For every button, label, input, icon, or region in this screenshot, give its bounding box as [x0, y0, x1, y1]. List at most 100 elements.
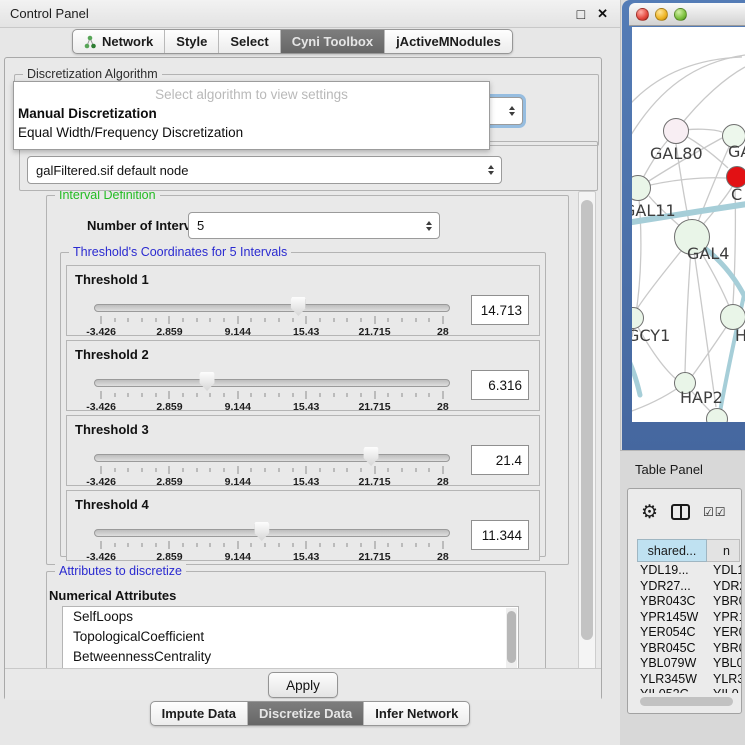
- checkbox-icons[interactable]: ☑☑: [703, 505, 727, 519]
- table-row[interactable]: YBR043CYBR0: [637, 594, 741, 610]
- table-row[interactable]: YLR345WYLR3: [637, 672, 741, 688]
- control-panel-titlebar[interactable]: Control Panel □ ✕: [0, 0, 620, 28]
- threshold-slider[interactable]: -3.4262.8599.14415.4321.71528: [94, 369, 450, 409]
- tab-discretize-data[interactable]: Discretize Data: [247, 702, 363, 725]
- close-window-icon[interactable]: ✕: [597, 6, 608, 22]
- slider-thumb[interactable]: [291, 297, 306, 316]
- threshold-label: Threshold 4: [75, 497, 149, 512]
- tab-select[interactable]: Select: [218, 30, 279, 53]
- gear-icon[interactable]: ⚙: [641, 503, 658, 522]
- network-node-gal11[interactable]: [632, 175, 651, 201]
- slider-scale-labels: -3.4262.8599.14415.4321.71528: [94, 326, 450, 338]
- number-of-intervals-spinner[interactable]: 5: [188, 212, 440, 239]
- network-node-gal80[interactable]: [663, 118, 689, 144]
- table-row[interactable]: YIL052CYIL0: [637, 687, 741, 693]
- float-window-icon[interactable]: □: [577, 6, 585, 22]
- scale-label: 21.715: [358, 401, 390, 413]
- slider-scale-labels: -3.4262.8599.14415.4321.71528: [94, 401, 450, 413]
- tab-network[interactable]: Network: [73, 30, 164, 53]
- table-row[interactable]: YDL19...YDL1: [637, 563, 741, 579]
- threshold-slider[interactable]: -3.4262.8599.14415.4321.71528: [94, 519, 450, 559]
- threshold-value-field[interactable]: 14.713: [471, 295, 529, 325]
- tab-label: Infer Network: [375, 706, 458, 721]
- slider-track[interactable]: [94, 379, 450, 387]
- apply-button[interactable]: Apply: [268, 672, 338, 698]
- cell-name: YBR0: [713, 594, 741, 610]
- table-row[interactable]: YPR145WYPR1: [637, 610, 741, 626]
- cell-name: YBR0: [713, 641, 741, 657]
- network-canvas[interactable]: GAL80GACGAL11GAL4GCY1HHAP2: [632, 27, 745, 422]
- table-row[interactable]: YBR045CYBR0: [637, 641, 741, 657]
- threshold-value-field[interactable]: 11.344: [471, 520, 529, 550]
- zoom-traffic-light[interactable]: [674, 8, 687, 21]
- attribute-list-item[interactable]: TopologicalCoefficient: [63, 627, 518, 647]
- numerical-attributes-label: Numerical Attributes: [49, 588, 176, 603]
- threshold-slider[interactable]: -3.4262.8599.14415.4321.71528: [94, 444, 450, 484]
- algorithm-group-title: Discretization Algorithm: [23, 67, 162, 81]
- table-row[interactable]: YER054CYER0: [637, 625, 741, 641]
- slider-thumb[interactable]: [200, 372, 215, 391]
- scale-label: 2.859: [156, 476, 182, 488]
- numerical-attributes-list[interactable]: SelfLoopsTopologicalCoefficientBetweenne…: [62, 606, 519, 668]
- thresholds-groupbox: Threshold's Coordinates for 5 Intervals …: [60, 252, 546, 557]
- tab-infer-network[interactable]: Infer Network: [363, 702, 469, 725]
- cell-shared-name: YIL052C: [637, 687, 713, 693]
- slider-scale-labels: -3.4262.8599.14415.4321.71528: [94, 476, 450, 488]
- scale-label: 2.859: [156, 551, 182, 563]
- slider-track[interactable]: [94, 529, 450, 537]
- minimize-traffic-light[interactable]: [655, 8, 668, 21]
- threshold-label: Threshold 3: [75, 422, 149, 437]
- tab-impute-data[interactable]: Impute Data: [151, 702, 247, 725]
- attribute-list-item[interactable]: BetweennessCentrality: [63, 647, 518, 667]
- network-node[interactable]: [706, 408, 728, 422]
- table-row[interactable]: YDR27...YDR2: [637, 579, 741, 595]
- network-window-titlebar[interactable]: [629, 3, 745, 26]
- slider-thumb[interactable]: [254, 522, 269, 541]
- table-row[interactable]: YBL079WYBL0: [637, 656, 741, 672]
- node-label: GAL11: [632, 201, 676, 220]
- threshold-label: Threshold 2: [75, 347, 149, 362]
- scale-label: 28: [437, 476, 449, 488]
- scale-label: 28: [437, 551, 449, 563]
- threshold-label: Threshold 1: [75, 272, 149, 287]
- columns-icon[interactable]: [671, 504, 690, 520]
- settings-vertical-scrollbar[interactable]: [578, 191, 596, 670]
- tab-cyni-toolbox[interactable]: Cyni Toolbox: [280, 30, 384, 53]
- scale-label: 2.859: [156, 326, 182, 338]
- scale-label: 9.144: [225, 326, 251, 338]
- tab-label: Style: [176, 34, 207, 49]
- attributes-group-title: Attributes to discretize: [55, 564, 186, 578]
- table-data-combobox[interactable]: galFiltered.sif default node: [27, 156, 502, 184]
- scale-label: -3.426: [86, 476, 116, 488]
- cyni-toolbox-panel: Discretization Algorithm Select algorith…: [4, 57, 602, 700]
- threshold-value-field[interactable]: 6.316: [471, 370, 529, 400]
- scale-label: 28: [437, 326, 449, 338]
- scale-label: 9.144: [225, 551, 251, 563]
- table-horizontal-scrollbar[interactable]: [640, 697, 733, 706]
- threshold-panel: Threshold 2 -3.4262.8599.14415.4321.7152…: [66, 340, 540, 411]
- tab-label: Discretize Data: [259, 706, 352, 721]
- tab-label: jActiveMNodules: [396, 34, 501, 49]
- column-header-name[interactable]: n: [707, 539, 740, 562]
- scale-label: 15.43: [293, 401, 319, 413]
- tab-style[interactable]: Style: [164, 30, 218, 53]
- slider-track[interactable]: [94, 454, 450, 462]
- slider-thumb[interactable]: [364, 447, 379, 466]
- attributes-groupbox: Attributes to discretize Numerical Attri…: [46, 571, 546, 668]
- column-header-shared-name[interactable]: shared...: [637, 539, 707, 562]
- tab-label: Cyni Toolbox: [292, 34, 373, 49]
- slider-ticks: [94, 316, 450, 325]
- tab-jactivemnodules[interactable]: jActiveMNodules: [384, 30, 512, 53]
- attributes-list-scrollbar[interactable]: [506, 608, 517, 668]
- slider-ticks: [94, 541, 450, 550]
- close-traffic-light[interactable]: [636, 8, 649, 21]
- attribute-list-item[interactable]: SelfLoops: [63, 607, 518, 627]
- algorithm-option[interactable]: Manual Discretization: [14, 104, 489, 123]
- network-view-window: GAL80GACGAL11GAL4GCY1HHAP2: [622, 0, 745, 450]
- scale-label: 15.43: [293, 476, 319, 488]
- threshold-value-field[interactable]: 21.4: [471, 445, 529, 475]
- settings-scrollpane: Interval Definition Number of Intervals …: [15, 191, 576, 668]
- algorithm-option[interactable]: Equal Width/Frequency Discretization: [14, 123, 489, 142]
- threshold-slider[interactable]: -3.4262.8599.14415.4321.71528: [94, 294, 450, 334]
- slider-track[interactable]: [94, 304, 450, 312]
